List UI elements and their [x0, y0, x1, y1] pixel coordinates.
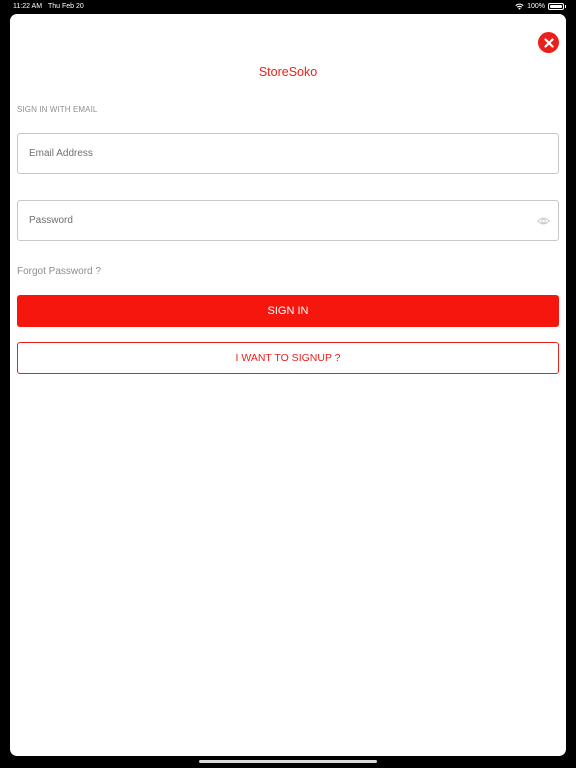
- battery-icon: [548, 3, 564, 10]
- password-field-container: [17, 200, 559, 241]
- sign-in-sheet: StoreSoko SIGN IN WITH EMAIL Forgot Pass…: [10, 14, 566, 756]
- wifi-icon: [515, 3, 524, 10]
- sign-in-button[interactable]: SIGN IN: [17, 295, 559, 327]
- battery-fill: [550, 5, 562, 8]
- status-date: Thu Feb 20: [48, 3, 84, 10]
- password-field[interactable]: [18, 201, 558, 240]
- status-bar: 11:22 AM Thu Feb 20 100%: [0, 0, 576, 13]
- home-indicator: [199, 760, 377, 763]
- section-label: SIGN IN WITH EMAIL: [17, 105, 98, 114]
- email-field-container: [17, 133, 559, 174]
- eye-icon[interactable]: [537, 215, 550, 227]
- status-indicators: 100%: [515, 0, 566, 13]
- battery-percentage: 100%: [527, 3, 545, 10]
- app-title: StoreSoko: [258, 65, 318, 79]
- status-time: 11:22 AM: [13, 3, 43, 10]
- close-button[interactable]: [538, 32, 559, 53]
- sign-up-button[interactable]: I WANT TO SIGNUP ?: [17, 342, 559, 374]
- forgot-password-link[interactable]: Forgot Password ?: [17, 266, 101, 277]
- email-field[interactable]: [18, 134, 558, 173]
- battery-nub: [565, 5, 566, 8]
- close-icon: [543, 37, 554, 48]
